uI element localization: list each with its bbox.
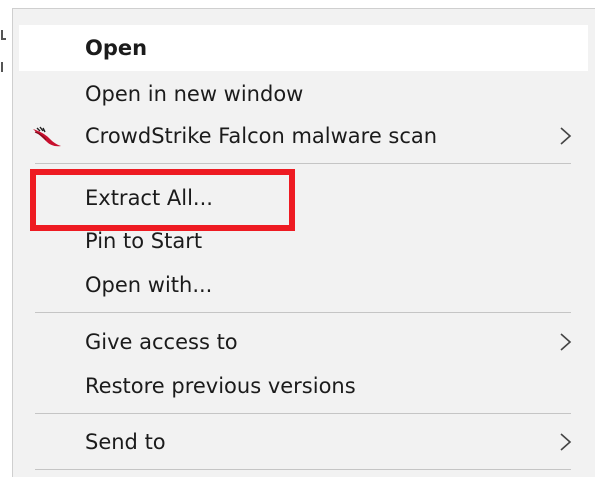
menu-item-extract-all[interactable]: Extract All... <box>13 175 595 221</box>
menu-item-label: Pin to Start <box>85 229 203 253</box>
background-fragment <box>1 62 6 72</box>
chevron-right-icon <box>560 127 572 145</box>
menu-separator <box>35 469 571 470</box>
chevron-right-icon <box>560 333 572 351</box>
menu-item-crowdstrike-falcon-scan[interactable]: CrowdStrike Falcon malware scan <box>13 113 595 159</box>
menu-item-restore-previous-versions[interactable]: Restore previous versions <box>13 363 595 409</box>
falcon-icon <box>33 126 61 147</box>
menu-item-label: Open with... <box>85 273 213 297</box>
menu-item-label: Open <box>85 36 148 60</box>
menu-item-pin-to-start[interactable]: Pin to Start <box>13 218 595 264</box>
menu-item-open[interactable]: Open <box>19 25 588 71</box>
menu-item-send-to[interactable]: Send to <box>13 419 595 465</box>
menu-separator <box>35 163 571 164</box>
menu-separator <box>35 413 571 414</box>
menu-separator <box>35 312 571 313</box>
menu-item-open-in-new-window[interactable]: Open in new window <box>13 71 595 117</box>
menu-item-label: Send to <box>85 430 166 454</box>
menu-item-label: CrowdStrike Falcon malware scan <box>85 124 438 148</box>
menu-item-label: Extract All... <box>85 186 213 210</box>
background-fragment <box>1 30 6 40</box>
context-menu: Open Open in new window CrowdStrike Falc… <box>12 8 595 477</box>
menu-item-open-with[interactable]: Open with... <box>13 262 595 308</box>
screen: Open Open in new window CrowdStrike Falc… <box>0 0 595 477</box>
menu-item-label: Open in new window <box>85 82 304 106</box>
menu-item-give-access-to[interactable]: Give access to <box>13 319 595 365</box>
menu-item-label: Give access to <box>85 330 238 354</box>
menu-item-label: Restore previous versions <box>85 374 356 398</box>
chevron-right-icon <box>560 433 572 451</box>
